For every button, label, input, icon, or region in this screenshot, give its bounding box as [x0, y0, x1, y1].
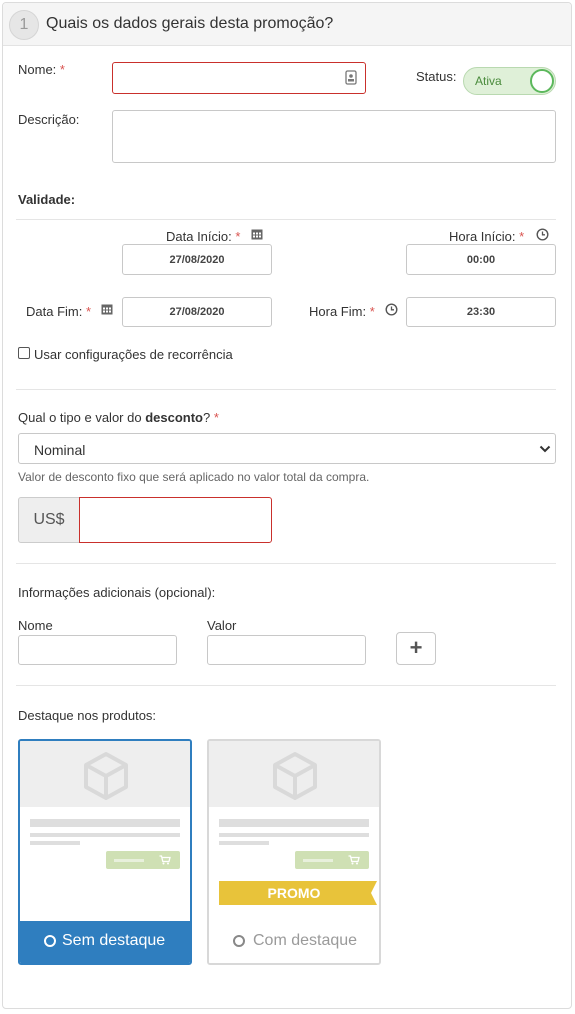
option-no-highlight[interactable]: Sem destaque	[18, 739, 192, 965]
additional-value-label: Valor	[207, 618, 237, 633]
chevron-down-icon	[539, 445, 551, 453]
cart-icon	[159, 855, 171, 865]
description-textarea[interactable]	[112, 110, 556, 163]
toggle-knob	[530, 69, 554, 93]
clock-icon	[385, 303, 398, 316]
start-date-input[interactable]	[122, 244, 272, 275]
cube-icon	[84, 752, 128, 800]
contact-card-icon	[345, 70, 357, 85]
recurrence-label: Usar configurações de recorrência	[34, 347, 233, 362]
end-date-input[interactable]	[122, 297, 272, 327]
status-toggle[interactable]: Ativa	[463, 67, 556, 95]
discount-type-select[interactable]: Nominal	[18, 433, 556, 464]
promo-badge: PROMO	[219, 881, 369, 905]
additional-value-input[interactable]	[207, 635, 366, 665]
discount-help-text: Valor de desconto fixo que será aplicado…	[18, 470, 370, 484]
cart-button-preview	[106, 851, 180, 869]
placeholder-line	[30, 819, 180, 827]
end-time-label: Hora Fim: *	[309, 304, 375, 319]
placeholder-line	[219, 833, 369, 837]
placeholder-line	[219, 841, 269, 845]
divider	[16, 685, 556, 686]
placeholder-line	[219, 819, 369, 827]
card-image-area	[209, 741, 379, 807]
name-label: Nome: *	[18, 62, 65, 77]
option-footer: Com destaque	[209, 921, 379, 963]
placeholder-line	[30, 841, 80, 845]
card-image-area	[20, 741, 190, 807]
divider	[16, 219, 556, 220]
placeholder-line	[30, 833, 180, 837]
additional-info-label: Informações adicionais (opcional):	[18, 585, 216, 600]
validity-title: Validade:	[18, 192, 76, 207]
clock-icon	[536, 228, 549, 241]
divider	[16, 563, 556, 564]
start-date-label: Data Início: *	[166, 229, 241, 244]
placeholder-bar	[303, 859, 333, 862]
status-label: Status:	[416, 69, 457, 84]
radio-indicator	[44, 935, 56, 947]
name-input[interactable]	[112, 62, 366, 94]
option-footer: Sem destaque	[20, 921, 190, 963]
status-toggle-label: Ativa	[475, 74, 502, 88]
start-time-label: Hora Início: *	[449, 229, 525, 244]
currency-addon: US$	[18, 497, 80, 543]
option-highlight[interactable]: PROMO Com destaque	[207, 739, 381, 965]
cube-icon	[273, 752, 317, 800]
placeholder-bar	[114, 859, 144, 862]
end-time-input[interactable]	[406, 297, 556, 327]
recurrence-checkbox[interactable]	[18, 347, 30, 359]
option-label: Com destaque	[253, 932, 358, 949]
add-info-button[interactable]: +	[396, 632, 436, 665]
description-label: Descrição:	[18, 112, 80, 127]
option-label: Sem destaque	[62, 932, 166, 949]
additional-name-label: Nome	[18, 618, 53, 633]
highlight-label: Destaque nos produtos:	[18, 708, 157, 723]
step-number: 1	[9, 10, 39, 40]
radio-indicator	[233, 935, 245, 947]
discount-value-input[interactable]	[79, 497, 272, 543]
calendar-icon	[101, 304, 113, 315]
cart-icon	[348, 855, 360, 865]
calendar-icon	[251, 229, 263, 240]
additional-name-input[interactable]	[18, 635, 177, 665]
discount-question: Qual o tipo e valor do desconto? *	[18, 410, 219, 425]
divider	[16, 389, 556, 390]
cart-button-preview	[295, 851, 369, 869]
promo-ribbon-tail	[369, 881, 377, 905]
end-date-label: Data Fim: *	[26, 304, 92, 319]
panel-header: 1 Quais os dados gerais desta promoção?	[3, 3, 571, 46]
start-time-input[interactable]	[406, 244, 556, 275]
discount-type-value: Nominal	[34, 442, 86, 458]
panel-title: Quais os dados gerais desta promoção?	[46, 15, 334, 32]
